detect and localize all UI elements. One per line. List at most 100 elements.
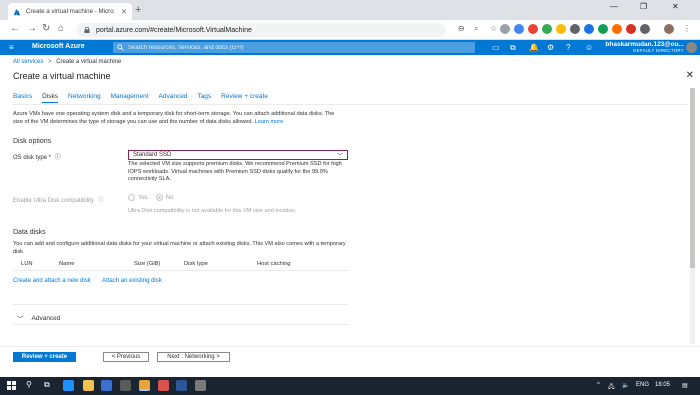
- avatar[interactable]: [686, 42, 697, 53]
- cloud-shell-icon[interactable]: ▭: [492, 43, 500, 52]
- attach-existing-disk-link[interactable]: Attach an existing disk: [102, 278, 162, 284]
- tray-chevron-icon[interactable]: ^: [597, 382, 600, 388]
- ultra-disk-yes-radio[interactable]: Yes: [128, 194, 148, 201]
- previous-button[interactable]: < Previous: [103, 352, 149, 362]
- extension-icon[interactable]: [542, 24, 552, 34]
- data-disks-heading: Data disks: [13, 229, 46, 236]
- scrollbar-thumb[interactable]: [690, 88, 695, 268]
- extension-icon[interactable]: [640, 24, 650, 34]
- settings-gear-icon[interactable]: ⚙: [547, 43, 554, 52]
- info-icon[interactable]: ⓘ: [55, 155, 61, 161]
- next-networking-button[interactable]: Next : Networking >: [157, 352, 230, 362]
- maximize-icon[interactable]: ❐: [640, 2, 647, 11]
- action-center-icon[interactable]: ▤: [682, 382, 688, 389]
- extension-icon[interactable]: [626, 24, 636, 34]
- network-icon[interactable]: 🖧: [608, 382, 615, 392]
- info-icon[interactable]: ⓘ: [98, 198, 104, 204]
- azure-search[interactable]: [113, 42, 475, 53]
- task-view-icon[interactable]: ⧉: [44, 380, 50, 390]
- tab-review-create[interactable]: Review + create: [221, 93, 268, 103]
- file-explorer-icon[interactable]: [83, 380, 94, 391]
- close-blade-icon[interactable]: ✕: [686, 70, 694, 81]
- extension-icon[interactable]: [500, 24, 510, 34]
- user-directory: DEFAULT DIRECTORY: [633, 48, 684, 53]
- help-icon[interactable]: ?: [566, 43, 570, 52]
- tab-basics[interactable]: Basics: [13, 93, 32, 103]
- bookmark-star-icon[interactable]: ☆: [490, 24, 497, 33]
- intro-text: Azure VMs have one operating system disk…: [13, 110, 343, 126]
- lock-icon: [84, 27, 90, 33]
- browser-toolbar: ← → ↻ ⌂ portal.azure.com/#create/Microso…: [0, 20, 700, 40]
- word-icon[interactable]: [176, 380, 187, 391]
- tab-disks[interactable]: Disks: [42, 93, 59, 103]
- store-icon[interactable]: [101, 380, 112, 391]
- tab-advanced[interactable]: Advanced: [159, 93, 188, 103]
- tab-management[interactable]: Management: [111, 93, 149, 103]
- app-icon[interactable]: [195, 380, 206, 391]
- browser-tab[interactable]: Create a virtual machine - Micro ✕: [8, 3, 132, 20]
- chevron-down-icon: ﹀: [336, 154, 343, 160]
- home-icon[interactable]: ⌂: [58, 23, 64, 34]
- azure-header: ≡ Microsoft Azure ▭ ⧉ 🔔 ⚙ ? ☺ bhaskarmud…: [0, 40, 700, 55]
- tab-networking[interactable]: Networking: [68, 93, 101, 103]
- zoom-icon[interactable]: ⌕: [474, 24, 478, 34]
- os-disk-type-select[interactable]: Standard SSD ﹀: [128, 150, 348, 160]
- radio-no-label: No: [165, 194, 174, 201]
- radio-circle: [128, 194, 135, 201]
- radio-circle-selected: [155, 194, 163, 201]
- azure-brand[interactable]: Microsoft Azure: [32, 43, 85, 50]
- extension-icon[interactable]: [514, 24, 524, 34]
- hamburger-menu-icon[interactable]: ≡: [9, 43, 14, 52]
- volume-icon[interactable]: 🔈: [622, 382, 629, 389]
- divider: [13, 324, 349, 325]
- account-menu[interactable]: bhaskarmudan.123@ou... DEFAULT DIRECTORY: [605, 41, 684, 53]
- ultra-disk-radio-group: Yes No: [128, 194, 173, 201]
- close-window-icon[interactable]: ✕: [672, 2, 679, 11]
- edge-icon[interactable]: [63, 380, 74, 391]
- search-input[interactable]: [128, 44, 468, 51]
- new-tab-button[interactable]: +: [135, 4, 141, 16]
- url-text: portal.azure.com/#create/Microsoft.Virtu…: [96, 26, 252, 34]
- forward-icon[interactable]: →: [27, 23, 37, 34]
- profile-avatar-icon[interactable]: [664, 24, 674, 34]
- extension-icon[interactable]: [598, 24, 608, 34]
- create-attach-disk-link[interactable]: Create and attach a new disk: [13, 278, 91, 284]
- page-title: Create a virtual machine: [13, 71, 111, 81]
- advanced-section-toggle[interactable]: ﹀ Advanced: [17, 313, 61, 324]
- reload-icon[interactable]: ↻: [42, 23, 50, 34]
- notifications-bell-icon[interactable]: 🔔: [529, 43, 539, 52]
- menu-kebab-icon[interactable]: ⋮: [683, 24, 691, 33]
- app-icon[interactable]: [158, 380, 169, 391]
- page-scrollbar[interactable]: [690, 88, 695, 344]
- os-disk-type-value: Standard SSD: [133, 152, 172, 158]
- extension-icon[interactable]: [528, 24, 538, 34]
- search-icon[interactable]: ⚲: [26, 380, 32, 389]
- language-indicator[interactable]: ENG: [636, 382, 649, 388]
- os-disk-type-text: OS disk type *: [13, 155, 52, 161]
- extension-icon[interactable]: [556, 24, 566, 34]
- extension-icon[interactable]: [570, 24, 580, 34]
- extension-icon[interactable]: ⊖: [458, 24, 465, 33]
- clock[interactable]: 18:05: [655, 382, 670, 388]
- minimize-icon[interactable]: —: [610, 2, 618, 11]
- back-icon[interactable]: ←: [10, 23, 20, 34]
- ultra-disk-no-radio[interactable]: No: [155, 194, 174, 201]
- footer-divider: [0, 346, 700, 347]
- close-tab-icon[interactable]: ✕: [121, 8, 127, 16]
- extension-icon[interactable]: [612, 24, 622, 34]
- review-create-button[interactable]: Review + create: [13, 352, 76, 362]
- extension-icon[interactable]: [584, 24, 594, 34]
- windows-start-icon[interactable]: [7, 381, 16, 390]
- feedback-smiley-icon[interactable]: ☺: [585, 43, 593, 52]
- breadcrumb-all-services[interactable]: All services: [13, 59, 43, 65]
- column-name: Name: [59, 261, 75, 267]
- address-bar[interactable]: portal.azure.com/#create/Microsoft.Virtu…: [76, 23, 446, 37]
- chrome-icon[interactable]: [139, 380, 150, 391]
- table-header-divider: [13, 270, 349, 271]
- breadcrumb-separator: >: [48, 59, 52, 65]
- learn-more-link[interactable]: Learn more: [255, 119, 284, 125]
- tab-tags[interactable]: Tags: [197, 93, 211, 103]
- directory-filter-icon[interactable]: ⧉: [510, 43, 516, 53]
- app-icon[interactable]: [120, 380, 131, 391]
- advanced-label: Advanced: [31, 314, 61, 322]
